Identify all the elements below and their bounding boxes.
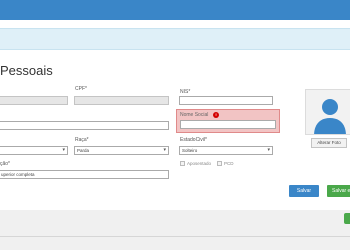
estado-civil-value: Solteiro bbox=[182, 148, 198, 153]
partial-field-left bbox=[0, 96, 68, 105]
raca-value: Parda bbox=[77, 148, 90, 153]
alert-circle-icon: ! bbox=[213, 112, 219, 118]
pcd-checkbox[interactable]: PCD bbox=[217, 161, 234, 166]
chevron-down-icon: ▾ bbox=[163, 147, 166, 153]
alter-photo-button[interactable]: Alterar Foto bbox=[311, 138, 347, 148]
chevron-down-icon: ▾ bbox=[62, 147, 65, 153]
save-and-continue-button[interactable]: Salvar e bbox=[327, 185, 350, 197]
nome-social-label: Nome Social bbox=[180, 112, 209, 118]
footer-divider bbox=[0, 236, 350, 237]
nis-field[interactable] bbox=[179, 96, 273, 105]
aposentado-box[interactable] bbox=[180, 161, 185, 166]
raca-select[interactable]: Parda ▾ bbox=[74, 146, 169, 155]
nome-social-field[interactable] bbox=[180, 120, 276, 129]
page-title: Pessoais bbox=[0, 63, 53, 78]
footer-area bbox=[0, 210, 350, 250]
top-app-bar bbox=[0, 0, 350, 20]
cpf-label: CPF* bbox=[75, 86, 87, 92]
next-button-edge[interactable] bbox=[344, 213, 350, 224]
partial-field-row2[interactable] bbox=[0, 121, 169, 130]
partial-select-left[interactable]: ▾ bbox=[0, 146, 68, 155]
raca-label: Raça* bbox=[75, 137, 89, 143]
pcd-label: PCD bbox=[224, 161, 234, 166]
nis-label: NIS* bbox=[180, 89, 191, 95]
sub-header bbox=[0, 20, 350, 28]
escolaridade-field[interactable]: uperior completa bbox=[0, 170, 169, 179]
aposentado-checkbox[interactable]: Aposentado bbox=[180, 161, 211, 166]
info-ribbon bbox=[0, 28, 350, 50]
user-silhouette-icon bbox=[305, 89, 350, 135]
escolaridade-label: ção* bbox=[0, 161, 11, 167]
pcd-box[interactable] bbox=[217, 161, 222, 166]
escolaridade-value: uperior completa bbox=[1, 172, 35, 177]
estado-civil-select[interactable]: Solteiro ▾ bbox=[179, 146, 273, 155]
aposentado-label: Aposentado bbox=[187, 161, 212, 166]
save-button[interactable]: Salvar bbox=[289, 185, 319, 197]
estado-civil-label: EstadoCivil* bbox=[180, 137, 207, 143]
nome-social-error-group: Nome Social ! bbox=[176, 109, 280, 133]
chevron-down-icon: ▾ bbox=[267, 147, 270, 153]
cpf-field bbox=[74, 96, 169, 105]
